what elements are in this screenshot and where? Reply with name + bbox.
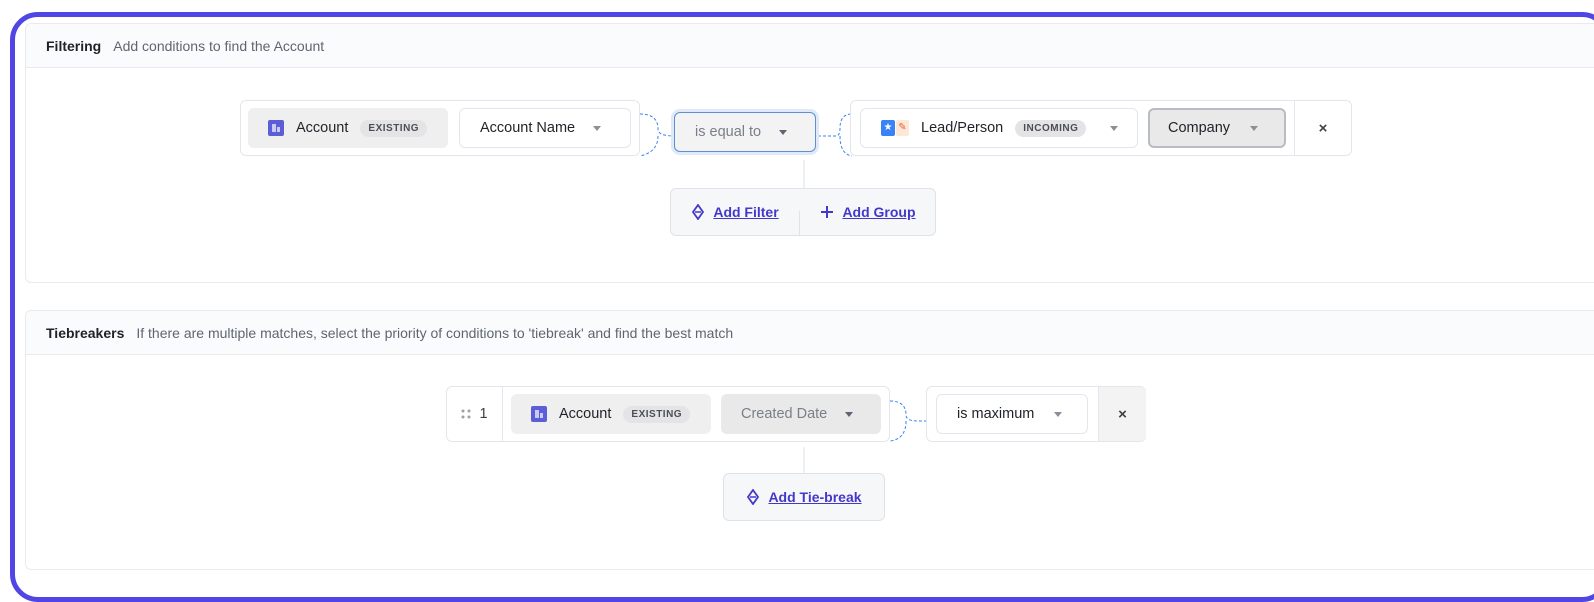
drag-handle-icon: [461, 409, 471, 419]
filter-left-field-label: Account Name: [480, 120, 576, 136]
filter-right-field-label: Company: [1168, 120, 1231, 136]
filter-operator-label: is equal to: [695, 124, 762, 140]
tiebreak-object-label: Account: [559, 406, 612, 422]
chevron-down-icon: [593, 125, 602, 131]
filter-right-object-selector[interactable]: ★ ✎ Lead/Person INCOMING: [860, 108, 1138, 148]
close-icon: ×: [1118, 405, 1127, 423]
chevron-down-icon: [1054, 411, 1063, 417]
lead-person-icon: ★ ✎: [881, 120, 909, 136]
add-filter-button[interactable]: Add Filter: [671, 189, 799, 235]
add-tiebreak-label: Add Tie-break: [768, 489, 862, 505]
incoming-badge: INCOMING: [1015, 119, 1087, 137]
filter-left-field-dropdown[interactable]: Account Name: [459, 108, 631, 148]
filter-right-group: ★ ✎ Lead/Person INCOMING Company ×: [850, 100, 1352, 156]
filter-left-group: Account EXISTING Account Name: [240, 100, 640, 156]
add-tiebreak-button[interactable]: Add Tie-break: [723, 473, 885, 521]
filter-actions: Add Filter Add Group: [670, 188, 936, 236]
filter-left-object-label: Account: [296, 120, 349, 136]
diamond-icon: [747, 489, 760, 505]
chevron-down-icon: [779, 129, 788, 135]
plus-icon: [821, 206, 834, 218]
tiebreak-operator-group: is maximum ×: [926, 386, 1146, 442]
existing-badge: EXISTING: [360, 119, 428, 137]
tiebreak-remove-button[interactable]: ×: [1098, 387, 1146, 441]
tiebreakers-section: Tiebreakers If there are multiple matche…: [25, 310, 1594, 570]
close-icon: ×: [1318, 119, 1328, 137]
tiebreak-object-selector[interactable]: Account EXISTING: [511, 394, 711, 434]
add-group-button[interactable]: Add Group: [800, 189, 936, 235]
app-frame: Filtering Add conditions to find the Acc…: [10, 12, 1594, 602]
tiebreak-operator-label: is maximum: [957, 406, 1035, 422]
filter-left-object-selector[interactable]: Account EXISTING: [248, 108, 448, 148]
account-icon: [268, 120, 284, 136]
filter-operator-dropdown[interactable]: is equal to: [674, 112, 816, 152]
add-group-label: Add Group: [842, 204, 916, 220]
diamond-icon: [692, 204, 705, 220]
chevron-down-icon: [1250, 125, 1259, 131]
tiebreak-operator-dropdown[interactable]: is maximum: [936, 394, 1088, 434]
tiebreak-priority-number: 1: [479, 406, 488, 422]
existing-badge: EXISTING: [623, 405, 691, 423]
tiebreak-field-label: Created Date: [741, 406, 828, 422]
add-filter-label: Add Filter: [713, 204, 779, 220]
account-icon: [531, 406, 547, 422]
tiebreak-rule-group: 1 Account EXISTING Created Date: [446, 386, 890, 442]
tiebreak-drag-handle[interactable]: 1: [447, 387, 503, 441]
filter-right-object-label: Lead/Person: [921, 120, 1004, 136]
filter-right-field-dropdown[interactable]: Company: [1148, 108, 1286, 148]
chevron-down-icon: [845, 411, 854, 417]
chevron-down-icon: [1110, 125, 1119, 131]
tiebreak-field-dropdown[interactable]: Created Date: [721, 394, 881, 434]
filter-remove-button[interactable]: ×: [1295, 101, 1351, 155]
filtering-section: Filtering Add conditions to find the Acc…: [25, 23, 1594, 283]
